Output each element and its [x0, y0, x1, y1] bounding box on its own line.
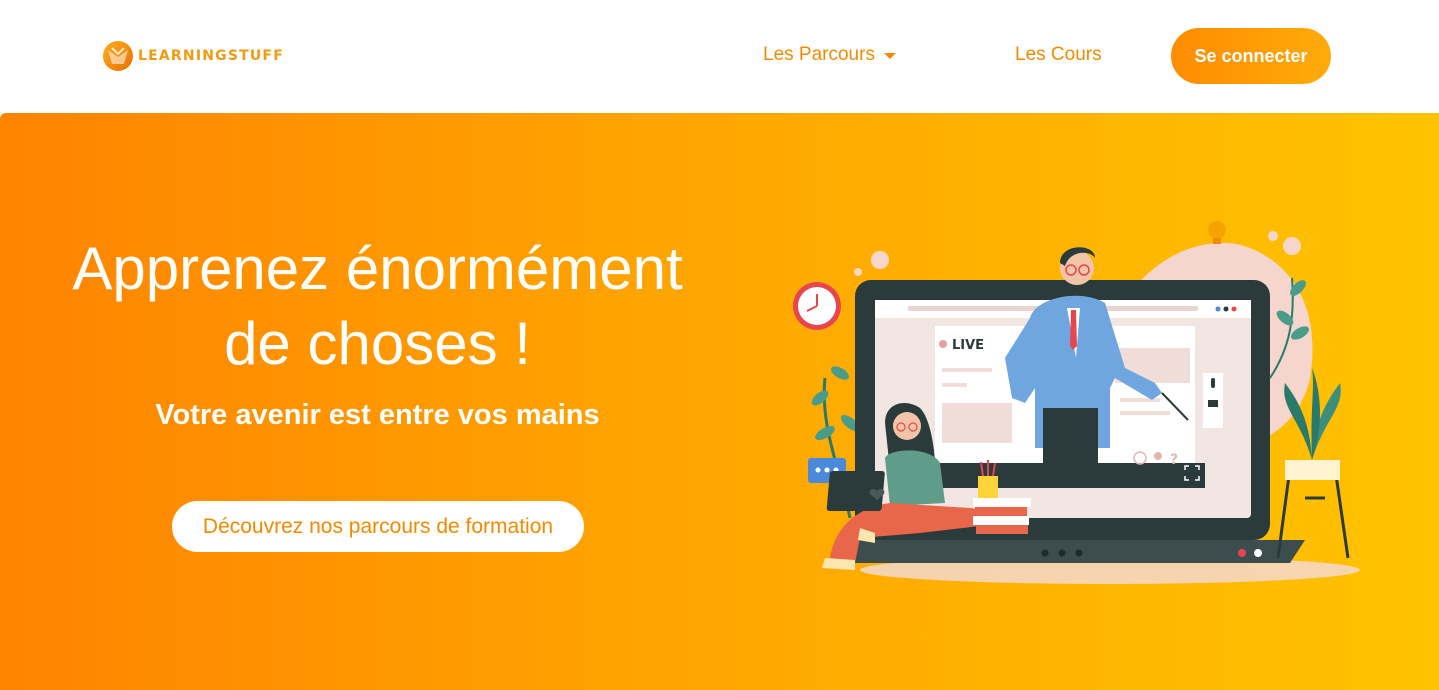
- clock-icon: [793, 282, 841, 330]
- question-icon: ?: [1170, 452, 1178, 468]
- discover-courses-button[interactable]: Découvrez nos parcours de formation: [172, 501, 584, 552]
- chevron-down-icon: [883, 53, 896, 59]
- nav-cours-link[interactable]: Les Cours: [1015, 44, 1102, 66]
- nav-parcours-label: Les Parcours: [763, 44, 875, 65]
- logo[interactable]: LEARNINGSTUFF: [102, 40, 284, 72]
- hero-title-line1: Apprenez énormément: [72, 235, 683, 302]
- login-button[interactable]: Se connecter: [1171, 28, 1331, 84]
- hero-title: Apprenez énormément de choses !: [40, 231, 715, 381]
- location-icon: [1154, 452, 1162, 460]
- logo-icon: [103, 41, 133, 71]
- hero-section: Apprenez énormément de choses ! Votre av…: [0, 113, 1439, 690]
- svg-text:?: ?: [1170, 452, 1178, 468]
- live-label: LIVE: [952, 338, 984, 353]
- site-header: LEARNINGSTUFF Les Parcours Les Cours Se …: [0, 0, 1439, 113]
- nav-cours-label: Les Cours: [1015, 44, 1102, 65]
- hero-title-line2: de choses !: [224, 310, 531, 377]
- microphone-icon: [1211, 378, 1215, 388]
- hero-illustration: LIVE ?: [793, 221, 1360, 584]
- camera-icon: [1208, 400, 1218, 407]
- logo-text: LEARNINGSTUFF: [138, 48, 284, 64]
- hero-subtitle: Votre avenir est entre vos mains: [155, 399, 600, 431]
- lightbulb-icon: [1208, 221, 1226, 244]
- nav-parcours-dropdown[interactable]: Les Parcours: [763, 44, 896, 66]
